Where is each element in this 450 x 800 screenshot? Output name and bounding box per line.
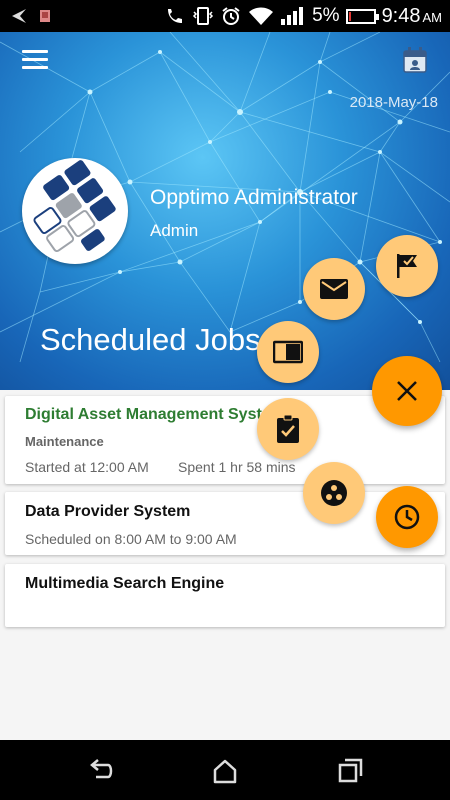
call-icon [168, 9, 183, 23]
job-start-time: Started at 12:00 AM [25, 459, 149, 475]
back-icon[interactable] [86, 756, 116, 786]
clock-time: 9:48 AM [382, 5, 442, 28]
user-name: Opptimo Administrator [150, 186, 358, 209]
navigation-bar [0, 740, 450, 800]
flag-button[interactable] [376, 235, 438, 297]
group-work-icon [321, 480, 347, 506]
clock-icon [394, 504, 420, 530]
close-button[interactable] [372, 356, 442, 426]
menu-bar [22, 58, 48, 61]
menu-icon[interactable] [22, 50, 48, 72]
home-icon[interactable] [210, 756, 240, 786]
view-list-button[interactable] [257, 321, 319, 383]
wifi-icon [249, 7, 274, 25]
avatar[interactable] [22, 158, 128, 264]
company-logo [33, 160, 116, 253]
job-title: Multimedia Search Engine [25, 575, 225, 592]
job-title: Digital Asset Management Syst [25, 406, 262, 423]
alarm-icon [222, 7, 240, 25]
view-list-icon [273, 340, 303, 364]
menu-bar [22, 66, 48, 69]
battery-percent: 5% [312, 5, 340, 26]
group-work-button[interactable] [303, 462, 365, 524]
mail-icon [320, 279, 348, 299]
assignment-button[interactable] [257, 398, 319, 460]
status-bar: 5% 9:48 AM [0, 0, 450, 32]
job-time-spent: Spent 1 hr 58 mins [178, 459, 296, 475]
signal-icon [281, 7, 304, 25]
job-title: Data Provider System [25, 503, 191, 520]
battery-icon [345, 8, 379, 24]
close-icon [397, 381, 417, 401]
current-date: 2018-May-18 [349, 94, 438, 111]
mail-button[interactable] [303, 258, 365, 320]
status-left [8, 7, 52, 25]
flag-icon [397, 254, 417, 278]
job-schedule: Scheduled on 8:00 AM to 9:00 AM [25, 531, 237, 547]
clock-button[interactable] [376, 486, 438, 548]
job-card[interactable]: Multimedia Search Engine [5, 564, 445, 627]
assignment-turned-in-icon [277, 414, 299, 443]
user-role: Admin [150, 221, 199, 240]
app-screen: 5% 9:48 AM 2018-May-18 Opptimo Administr… [0, 0, 450, 800]
menu-bar [22, 50, 48, 53]
notification-icon [40, 10, 50, 22]
time-value: 9:48 [381, 4, 421, 27]
vibrate-icon [193, 7, 214, 25]
back-arrow-icon [12, 9, 26, 23]
profile-header: 2018-May-18 Opptimo Administrator Admin … [0, 32, 450, 390]
job-category: Maintenance [25, 434, 104, 449]
battery-level [348, 11, 351, 21]
page-title: Scheduled Jobs [40, 322, 261, 357]
time-ampm: AM [422, 9, 443, 25]
calendar-icon[interactable] [402, 46, 428, 74]
status-right: 5% 9:48 AM [164, 5, 442, 28]
recents-icon[interactable] [335, 756, 365, 786]
